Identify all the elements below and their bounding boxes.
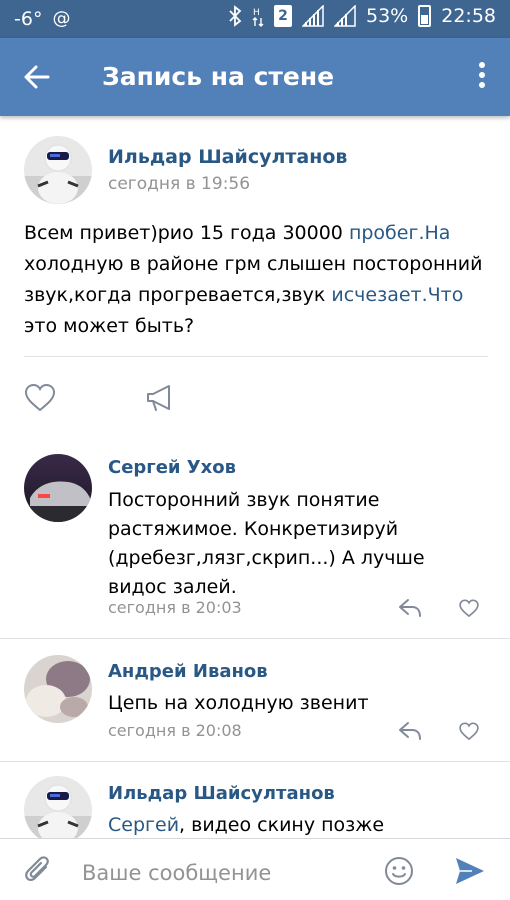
comment-text: Сергей, видео скину позже — [108, 811, 438, 840]
comment-text: Посторонний звук понятие растяжимое. Кон… — [108, 486, 438, 602]
data-arrows-icon: H — [252, 8, 264, 27]
post-link[interactable]: пробег.На — [349, 222, 450, 244]
comment-author-name[interactable]: Сергей Ухов — [108, 456, 236, 480]
comment-timestamp: сегодня в 20:03 — [108, 598, 242, 617]
battery-percent: 53% — [366, 5, 409, 27]
message-input-bar: Ваше сообщение — [0, 838, 510, 900]
bluetooth-icon — [229, 5, 242, 27]
reply-arrow-icon[interactable] — [398, 598, 422, 618]
signal-icon — [302, 5, 324, 27]
divider — [24, 356, 488, 357]
at-sign-icon: @ — [52, 8, 71, 29]
post-text-segment: холодную в районе грм слышен посторонний — [24, 253, 483, 275]
post-timestamp: сегодня в 19:56 — [108, 174, 251, 194]
status-bar: -6° @ H 2 53% 22:58 — [0, 0, 510, 38]
temperature-indicator: -6° — [14, 8, 43, 30]
reply-arrow-icon[interactable] — [398, 721, 422, 741]
megaphone-icon[interactable] — [145, 383, 175, 413]
avatar[interactable] — [24, 655, 92, 723]
comment-text: Цепь на холодную звенит — [108, 689, 438, 718]
post-text-segment: звук,когда прогревается,звук — [24, 284, 332, 306]
paperclip-icon[interactable] — [24, 855, 54, 887]
avatar[interactable] — [24, 454, 92, 522]
post-link[interactable]: исчезает.Что — [331, 284, 463, 306]
comment-text-line: (дребезг,лязг,скрип...) А лучше — [108, 547, 425, 569]
page-title: Запись на стене — [102, 62, 335, 91]
comment-timestamp: сегодня в 20:08 — [108, 721, 242, 740]
comment-author-name[interactable]: Ильдар Шайсултанов — [108, 782, 335, 806]
more-vertical-icon[interactable] — [476, 62, 488, 92]
smiley-icon[interactable] — [384, 856, 414, 886]
signal-icon-2 — [334, 5, 356, 27]
heart-icon[interactable] — [458, 722, 480, 741]
post-text-segment: это может быть? — [24, 315, 195, 337]
mention-link[interactable]: Сергей — [108, 814, 179, 836]
arrow-left-icon[interactable] — [22, 62, 52, 92]
avatar[interactable] — [24, 136, 92, 204]
svg-text:H: H — [253, 8, 260, 18]
message-input[interactable]: Ваше сообщение — [82, 859, 271, 887]
sim-badge: 2 — [274, 5, 292, 27]
battery-icon — [418, 5, 432, 27]
comment-text-segment: , видео скину позже — [179, 814, 385, 836]
clock: 22:58 — [441, 5, 496, 27]
send-icon[interactable] — [454, 856, 486, 886]
post-text-segment: Всем привет)рио 15 года 30000 — [24, 222, 349, 244]
divider — [0, 761, 510, 762]
comment-text-line: Посторонний звук понятие — [108, 489, 380, 511]
comment-text-line: Цепь на холодную звенит — [108, 692, 369, 714]
app-bar: Запись на стене — [0, 38, 510, 116]
heart-icon[interactable] — [458, 599, 480, 618]
divider — [0, 638, 510, 639]
heart-icon[interactable] — [24, 383, 56, 413]
comment-author-name[interactable]: Андрей Иванов — [108, 660, 268, 684]
post-text: Всем привет)рио 15 года 30000 пробег.На … — [24, 218, 494, 342]
post-author-name[interactable]: Ильдар Шайсултанов — [108, 144, 347, 170]
avatar[interactable] — [24, 776, 92, 844]
comment-text-line: растяжимое. Конкретизируй — [108, 518, 399, 540]
